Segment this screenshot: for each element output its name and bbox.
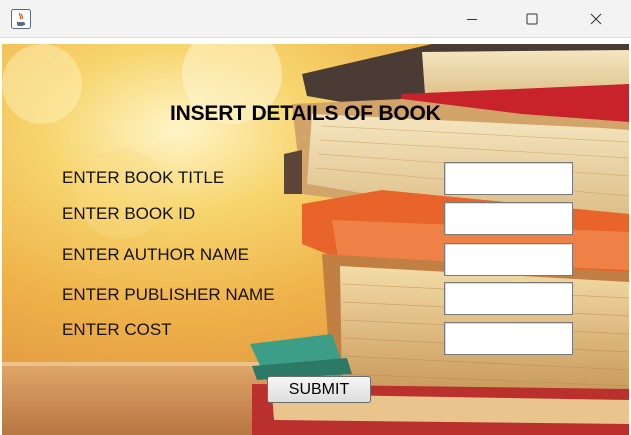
app-window: INSERT DETAILS OF BOOK ENTER BOOK TITLE …: [0, 0, 631, 435]
maximize-icon: [526, 13, 538, 25]
form-panel: INSERT DETAILS OF BOOK ENTER BOOK TITLE …: [2, 44, 629, 435]
close-icon: [590, 13, 602, 25]
author-name-input[interactable]: [444, 243, 573, 276]
book-id-label: ENTER BOOK ID: [62, 204, 196, 223]
submit-button[interactable]: SUBMIT: [267, 376, 371, 403]
maximize-button[interactable]: [509, 0, 555, 38]
minimize-icon: [467, 19, 477, 20]
close-button[interactable]: [573, 0, 619, 38]
book-id-input[interactable]: [444, 202, 573, 235]
title-bar: [0, 0, 631, 38]
cost-label: ENTER COST: [62, 320, 172, 339]
book-title-label: ENTER BOOK TITLE: [62, 168, 225, 187]
cost-input[interactable]: [444, 322, 573, 355]
form-heading: INSERT DETAILS OF BOOK: [170, 102, 441, 125]
publisher-name-input[interactable]: [444, 282, 573, 315]
minimize-button[interactable]: [449, 0, 495, 38]
book-title-input[interactable]: [444, 162, 573, 195]
java-app-icon[interactable]: [11, 9, 31, 29]
author-name-label: ENTER AUTHOR NAME: [62, 245, 250, 264]
publisher-name-label: ENTER PUBLISHER NAME: [62, 285, 275, 304]
